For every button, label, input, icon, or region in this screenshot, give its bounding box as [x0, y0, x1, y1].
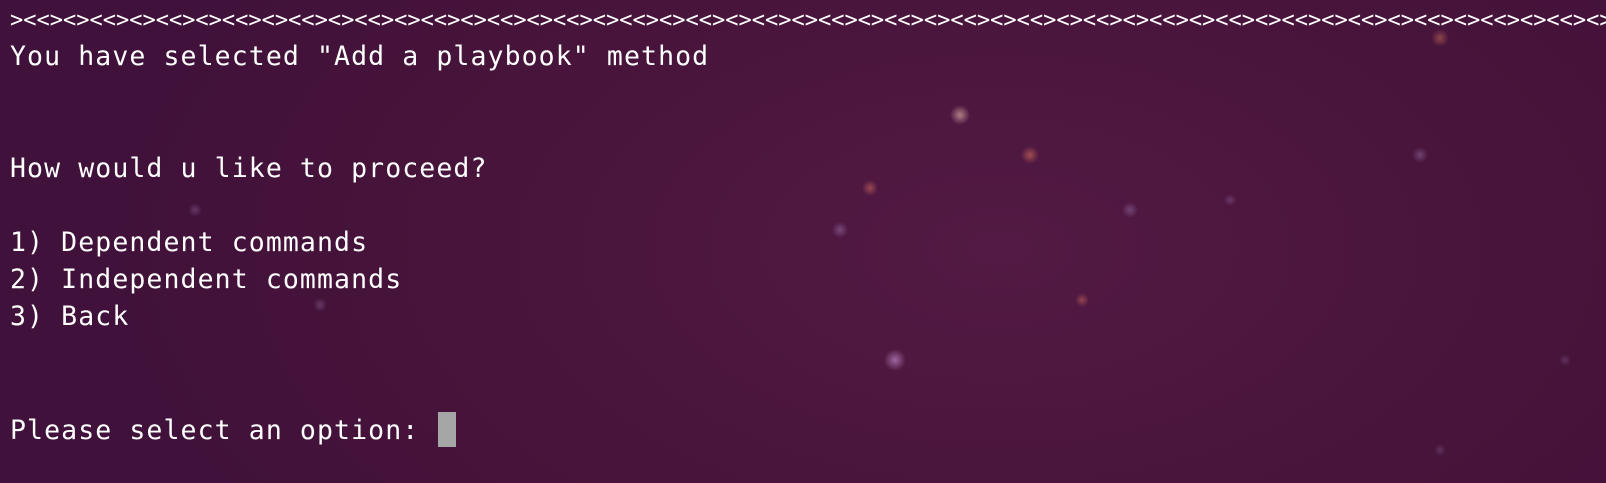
selected-method-message: You have selected "Add a playbook" metho… [10, 41, 710, 72]
menu-option-back: 3) Back [10, 301, 130, 332]
input-prompt-line[interactable]: Please select an option: [10, 412, 457, 448]
separator-line: ><<><><<><><<><><<><><<><><<><><<><><<><… [10, 8, 1606, 33]
proceed-question: How would u like to proceed? [10, 153, 488, 184]
prompt-label: Please select an option: [10, 415, 437, 446]
text-cursor [438, 412, 457, 447]
terminal-window[interactable]: ><<><><<><><<><><<><><<><><<><><<><><<><… [0, 0, 1606, 483]
menu-option-independent-commands: 2) Independent commands [10, 264, 403, 295]
menu-option-dependent-commands: 1) Dependent commands [10, 227, 369, 258]
